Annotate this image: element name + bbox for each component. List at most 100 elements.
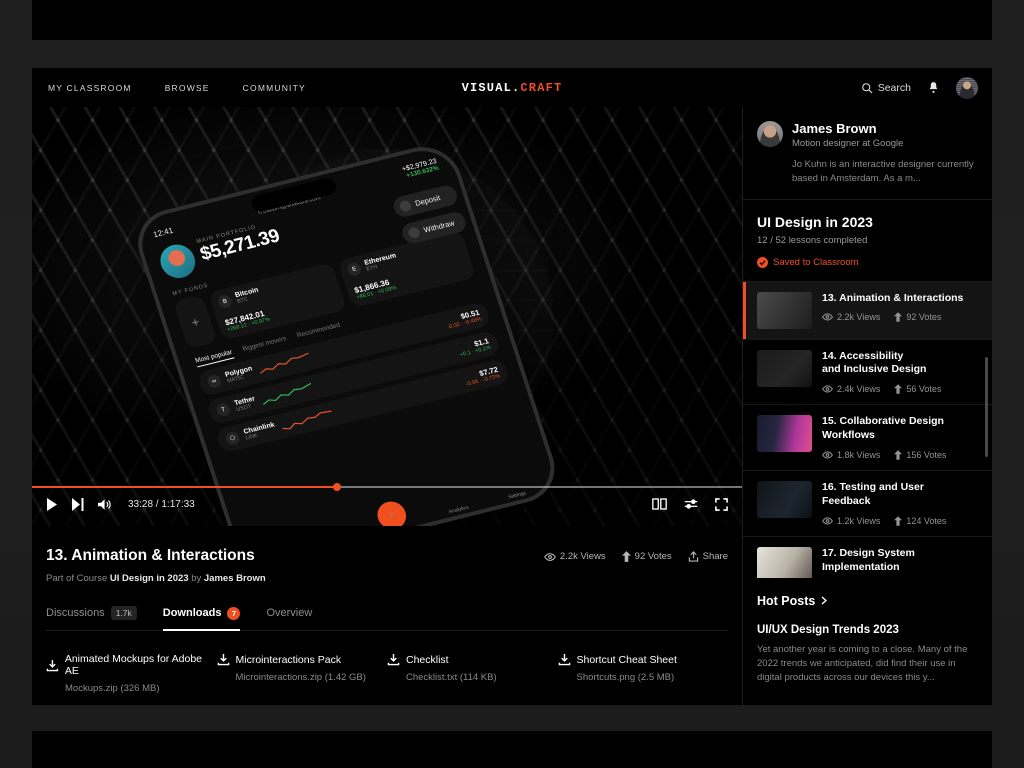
- eye-icon: [822, 517, 833, 525]
- user-avatar[interactable]: [956, 76, 978, 99]
- download-icon: [46, 659, 59, 671]
- eye-icon: [822, 385, 833, 393]
- lesson-item-stats: 1.8k Views 156 Votes: [822, 450, 946, 460]
- lesson-views-value: 2.2k Views: [837, 312, 881, 323]
- download-title: Shortcut Cheat Sheet: [576, 653, 677, 666]
- lesson-item-title: 15. Collaborative Design Workflows: [822, 415, 944, 442]
- tab-downloads[interactable]: Downloads 7: [162, 606, 241, 631]
- download-icon: [387, 653, 400, 666]
- share-icon: [688, 551, 698, 562]
- lesson-views-value: 2.4k Views: [837, 384, 881, 395]
- saved-to-classroom[interactable]: Saved to Classroom: [757, 256, 978, 268]
- tab-overview[interactable]: Overview: [266, 606, 312, 631]
- lesson-views: 2.2k Views: [822, 312, 880, 322]
- sparkline-chart: [259, 352, 309, 374]
- hot-posts-heading[interactable]: Hot Posts: [757, 594, 978, 608]
- download-item[interactable]: Shortcut Cheat Sheet Shortcuts.png (2.5 …: [558, 653, 729, 694]
- check-circle-icon: [757, 256, 768, 268]
- lesson-list-item[interactable]: 17. Design System Implementation 2.7k Vi…: [743, 537, 992, 578]
- tab-discussions-count: 1.7k: [110, 606, 137, 620]
- tab-downloads-label: Downloads: [162, 607, 222, 619]
- captions-icon[interactable]: [652, 498, 667, 510]
- download-title: Microinteractions Pack: [235, 653, 342, 666]
- instructor-card[interactable]: James Brown Motion designer at Google Jo…: [743, 107, 992, 200]
- views-stat: 2.2k Views: [544, 551, 606, 562]
- download-item[interactable]: Animated Mockups for Adobe AE Mockups.zi…: [46, 653, 217, 694]
- lesson-list-item[interactable]: 13. Animation & Interactions 2.2k Views …: [743, 281, 992, 340]
- ethereum-icon: E: [346, 261, 363, 277]
- play-icon[interactable]: [46, 498, 58, 511]
- lesson-list-item[interactable]: 16. Testing and User Feedback 1.2k Views…: [743, 471, 992, 537]
- lesson-thumbnail: [757, 291, 812, 329]
- notification-bell-icon[interactable]: [927, 81, 940, 94]
- progress-handle[interactable]: [333, 483, 342, 491]
- left-column: 12:41 Hello, Norman! n.osborn@shakura.co…: [32, 107, 742, 705]
- course-title[interactable]: UI Design in 2023: [757, 214, 978, 230]
- author-link[interactable]: James Brown: [204, 573, 266, 584]
- search-label: Search: [877, 81, 911, 94]
- nav-item-browse[interactable]: BROWSE: [165, 83, 210, 93]
- instructor-role: Motion designer at Google: [792, 138, 904, 149]
- upvote-icon: [894, 384, 903, 395]
- download-title-row: Animated Mockups for Adobe AE: [46, 653, 217, 677]
- lesson-votes: 92 Votes: [894, 312, 941, 322]
- brand-logo[interactable]: VISUAL.CRAFT: [462, 81, 563, 95]
- polygon-icon: ∞: [205, 373, 223, 390]
- lesson-votes-value: 92 Votes: [906, 312, 942, 323]
- lesson-item-title: 14. Accessibility and Inclusive Design: [822, 349, 927, 376]
- chainlink-icon: ⬡: [224, 430, 242, 447]
- tether-icon: T: [215, 402, 232, 418]
- course-progress: 12 / 52 lessons completed: [757, 234, 868, 246]
- lesson-votes: 124 Votes: [894, 516, 946, 526]
- search-button[interactable]: Search: [861, 82, 911, 94]
- course-link[interactable]: UI Design in 2023: [110, 573, 189, 584]
- download-file: Shortcuts.png (2.5 MB): [576, 672, 675, 683]
- phone-time: 12:41: [152, 225, 175, 240]
- lesson-views: 1.8k Views: [822, 450, 880, 460]
- download-item[interactable]: Checklist Checklist.txt (114 KB): [387, 653, 558, 694]
- hot-post-title[interactable]: UI/UX Design Trends 2023: [757, 624, 978, 636]
- fullscreen-icon[interactable]: [715, 498, 728, 511]
- downloads-list: Animated Mockups for Adobe AE Mockups.zi…: [32, 631, 742, 694]
- lesson-thumbnail: [757, 546, 812, 578]
- video-player[interactable]: 12:41 Hello, Norman! n.osborn@shakura.co…: [32, 107, 742, 526]
- next-icon[interactable]: [72, 498, 84, 511]
- lesson-votes-value: 156 Votes: [906, 449, 947, 460]
- hot-posts-label: Hot Posts: [757, 593, 816, 608]
- download-title-row: Microinteractions Pack: [217, 653, 388, 666]
- nav-item-my-classroom[interactable]: MY CLASSROOM: [48, 83, 132, 93]
- lesson-meta: 2.2k Views 92 Votes Share 13. Animation …: [32, 526, 742, 584]
- votes-value: 92 Votes: [634, 551, 672, 562]
- instructor-avatar: [757, 121, 783, 147]
- download-file: Checklist.txt (114 KB): [406, 672, 497, 683]
- download-item[interactable]: Microinteractions Pack Microinteractions…: [217, 653, 388, 694]
- progress-bar[interactable]: [32, 483, 742, 491]
- lesson-list: 13. Animation & Interactions 2.2k Views …: [743, 281, 992, 578]
- content-area: 12:41 Hello, Norman! n.osborn@shakura.co…: [32, 107, 992, 705]
- sparkline-chart: [281, 410, 332, 429]
- main-nav: MY CLASSROOM BROWSE COMMUNITY: [32, 83, 306, 93]
- lesson-list-item[interactable]: 15. Collaborative Design Workflows 1.8k …: [743, 405, 992, 471]
- deposit-icon: [398, 199, 413, 213]
- search-icon: [861, 82, 873, 93]
- app-header: MY CLASSROOM BROWSE COMMUNITY VISUAL.CRA…: [32, 68, 992, 107]
- upvote-icon: [621, 551, 631, 562]
- hot-posts-section: Hot Posts UI/UX Design Trends 2023 Yet a…: [743, 578, 992, 699]
- download-icon: [558, 653, 570, 666]
- lesson-views: 2.4k Views: [822, 384, 880, 394]
- lesson-views: 1.2k Views: [822, 516, 880, 526]
- lesson-list-item[interactable]: 14. Accessibility and Inclusive Design 2…: [743, 340, 992, 406]
- time-display: 33:28 / 1:17:33: [128, 499, 195, 510]
- share-button[interactable]: Share: [688, 551, 728, 562]
- download-title: Animated Mockups for Adobe AE: [64, 653, 203, 677]
- hot-post-excerpt: Yet another year is coming to a close. M…: [757, 643, 968, 684]
- nav-item-community[interactable]: COMMUNITY: [243, 83, 306, 93]
- lesson-item-title: 13. Animation & Interactions: [822, 291, 964, 304]
- tab-discussions[interactable]: Discussions 1.7k: [46, 606, 137, 631]
- votes-stat[interactable]: 92 Votes: [621, 551, 672, 562]
- lesson-list-scrollbar[interactable]: [985, 356, 988, 457]
- volume-icon[interactable]: [98, 498, 112, 511]
- lesson-votes-value: 124 Votes: [906, 515, 947, 526]
- lesson-item-stats: 1.2k Views 124 Votes: [822, 516, 946, 526]
- settings-sliders-icon[interactable]: [684, 498, 698, 510]
